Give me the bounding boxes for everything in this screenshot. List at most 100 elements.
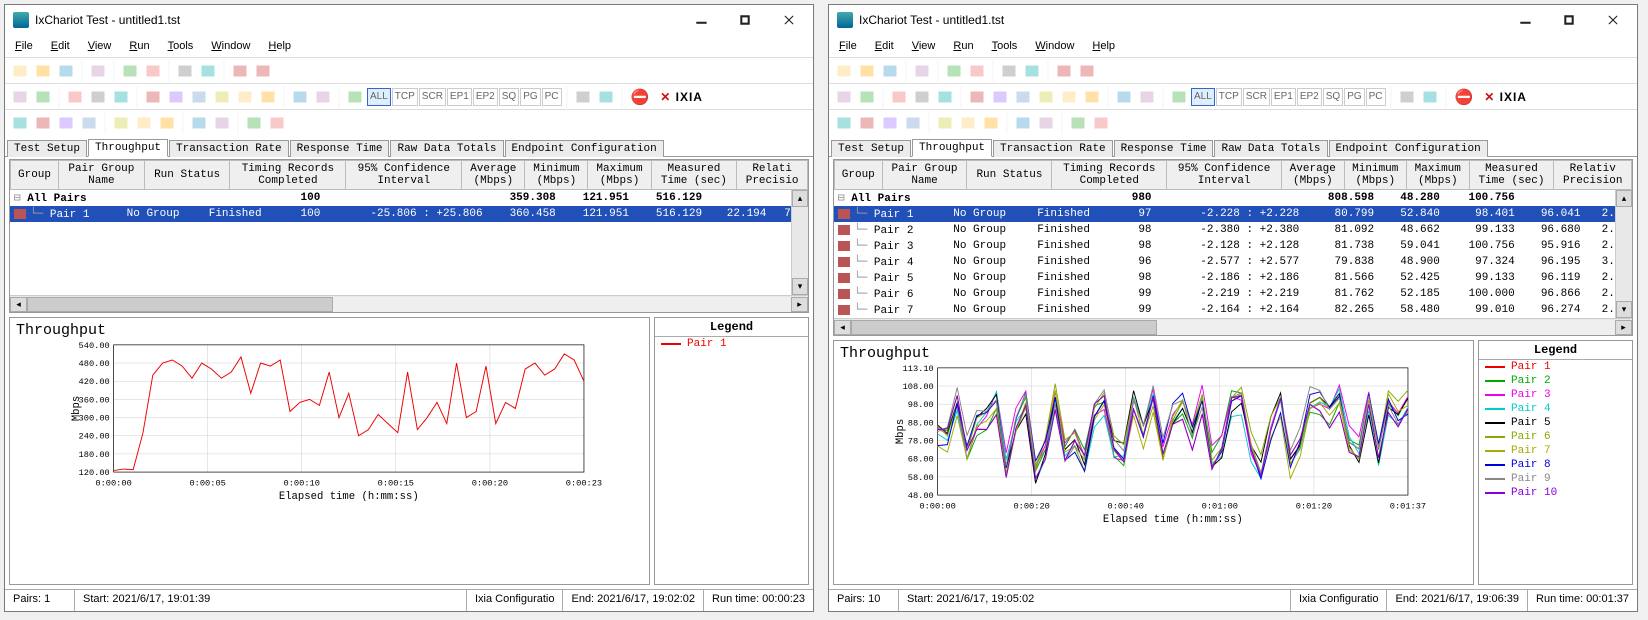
tool-7[interactable] <box>1021 60 1043 82</box>
menu-window[interactable]: Window <box>1027 38 1082 54</box>
tool-6[interactable] <box>998 60 1020 82</box>
tool2-0[interactable] <box>833 86 855 108</box>
col-header[interactable]: 95% ConfidenceInterval <box>1167 161 1282 190</box>
tool-4[interactable] <box>943 60 965 82</box>
menu-view[interactable]: View <box>904 38 944 54</box>
tool3-10[interactable] <box>1090 112 1112 134</box>
tool3-8[interactable] <box>1035 112 1057 134</box>
menu-view[interactable]: View <box>80 38 120 54</box>
tool2-2[interactable] <box>64 86 86 108</box>
filter-pc[interactable]: PC <box>1366 88 1386 106</box>
tool-1[interactable] <box>32 60 54 82</box>
tool2-4[interactable] <box>110 86 132 108</box>
grid-vscroll[interactable]: ▴▾ <box>1615 190 1632 318</box>
table-row[interactable]: └─ Pair 1 No GroupFinished100-25.806 : +… <box>10 206 808 222</box>
tab-response-time[interactable]: Response Time <box>1114 140 1214 157</box>
tool3-1[interactable] <box>856 112 878 134</box>
tab-response-time[interactable]: Response Time <box>290 140 390 157</box>
tool2-1[interactable] <box>856 86 878 108</box>
all-pairs-row[interactable]: ⊟ All Pairs100359.308121.951516.129 <box>10 190 808 206</box>
tool2-2[interactable] <box>888 86 910 108</box>
tool-7[interactable] <box>197 60 219 82</box>
stop-icon[interactable] <box>252 60 274 82</box>
tool2-3[interactable] <box>87 86 109 108</box>
legend-item[interactable]: Pair 2 <box>1479 374 1632 388</box>
tool3-6[interactable] <box>156 112 178 134</box>
stop-icon[interactable] <box>1076 60 1098 82</box>
tool2-3[interactable] <box>911 86 933 108</box>
tool3-4[interactable] <box>934 112 956 134</box>
tool2-8[interactable] <box>211 86 233 108</box>
tool3-3[interactable] <box>78 112 100 134</box>
tool3-0[interactable] <box>9 112 31 134</box>
tool3-9[interactable] <box>243 112 265 134</box>
tool2-6[interactable] <box>165 86 187 108</box>
col-header[interactable]: 95% ConfidenceInterval <box>346 161 462 190</box>
tab-test-setup[interactable]: Test Setup <box>7 140 87 157</box>
col-header[interactable]: Average(Mbps) <box>1282 161 1345 190</box>
tool2-6[interactable] <box>989 86 1011 108</box>
minimize-button[interactable] <box>1503 6 1547 34</box>
tool3-10[interactable] <box>266 112 288 134</box>
menu-edit[interactable]: Edit <box>43 38 78 54</box>
col-header[interactable]: Maximum(Mbps) <box>588 161 651 190</box>
filter-ep2[interactable]: EP2 <box>1297 88 1322 106</box>
col-header[interactable]: Timing RecordsCompleted <box>230 161 346 190</box>
tool2-0[interactable] <box>9 86 31 108</box>
grid-hscroll[interactable]: ◂▸ <box>834 318 1632 335</box>
filter-ep1[interactable]: EP1 <box>447 88 472 106</box>
legend-item[interactable]: Pair 1 <box>655 337 808 351</box>
grid-hscroll[interactable]: ◂▸ <box>10 295 808 312</box>
tool2-7[interactable] <box>188 86 210 108</box>
tool-0[interactable] <box>9 60 31 82</box>
tab-endpoint-configuration[interactable]: Endpoint Configuration <box>505 140 664 157</box>
maximize-button[interactable] <box>723 6 767 34</box>
tool3-5[interactable] <box>957 112 979 134</box>
menu-edit[interactable]: Edit <box>867 38 902 54</box>
table-row[interactable]: └─ Pair 3 No GroupFinished98-2.128 : +2.… <box>834 238 1632 254</box>
menu-window[interactable]: Window <box>203 38 258 54</box>
table-row[interactable]: └─ Pair 6 No GroupFinished99-2.219 : +2.… <box>834 286 1632 302</box>
legend-item[interactable]: Pair 8 <box>1479 458 1632 472</box>
grid-vscroll[interactable]: ▴▾ <box>791 190 808 295</box>
filter-pc[interactable]: PC <box>542 88 562 106</box>
col-header[interactable]: Average(Mbps) <box>462 161 525 190</box>
tool2-8[interactable] <box>1035 86 1057 108</box>
col-header[interactable]: Group <box>835 161 883 190</box>
tool2-9[interactable] <box>234 86 256 108</box>
tool-8[interactable] <box>1053 60 1075 82</box>
legend-item[interactable]: Pair 7 <box>1479 444 1632 458</box>
table-row[interactable]: └─ Pair 4 No GroupFinished96-2.577 : +2.… <box>834 254 1632 270</box>
tool3-5[interactable] <box>133 112 155 134</box>
filter-tcp[interactable]: TCP <box>1216 88 1242 106</box>
col-header[interactable]: Minimum(Mbps) <box>525 161 588 190</box>
tab-throughput[interactable]: Throughput <box>88 139 168 157</box>
tool-1[interactable] <box>856 60 878 82</box>
col-header[interactable]: MeasuredTime (sec) <box>1469 161 1554 190</box>
tab-transaction-rate[interactable]: Transaction Rate <box>169 140 289 157</box>
tool2-10[interactable] <box>257 86 279 108</box>
col-header[interactable]: Run Status <box>144 161 230 190</box>
tool2-1[interactable] <box>32 86 54 108</box>
tool-2[interactable] <box>879 60 901 82</box>
tool-2[interactable] <box>55 60 77 82</box>
tool3-3[interactable] <box>902 112 924 134</box>
col-header[interactable]: RelatiPrecisio <box>737 161 808 190</box>
tab-transaction-rate[interactable]: Transaction Rate <box>993 140 1113 157</box>
tool-0[interactable] <box>833 60 855 82</box>
col-header[interactable]: Run Status <box>967 161 1052 190</box>
all-pairs-row[interactable]: ⊟ All Pairs980808.59848.280100.756 <box>834 190 1632 206</box>
tool2-5[interactable] <box>966 86 988 108</box>
tab-endpoint-configuration[interactable]: Endpoint Configuration <box>1329 140 1488 157</box>
close-button[interactable] <box>1591 6 1635 34</box>
menu-help[interactable]: Help <box>1084 38 1123 54</box>
tool3-6[interactable] <box>980 112 1002 134</box>
tool2-9[interactable] <box>1058 86 1080 108</box>
menu-run[interactable]: Run <box>945 38 981 54</box>
col-header[interactable]: Maximum(Mbps) <box>1407 161 1470 190</box>
tool-5[interactable] <box>966 60 988 82</box>
tool3-0[interactable] <box>833 112 855 134</box>
legend-item[interactable]: Pair 4 <box>1479 402 1632 416</box>
legend-item[interactable]: Pair 6 <box>1479 430 1632 444</box>
legend-item[interactable]: Pair 9 <box>1479 472 1632 486</box>
